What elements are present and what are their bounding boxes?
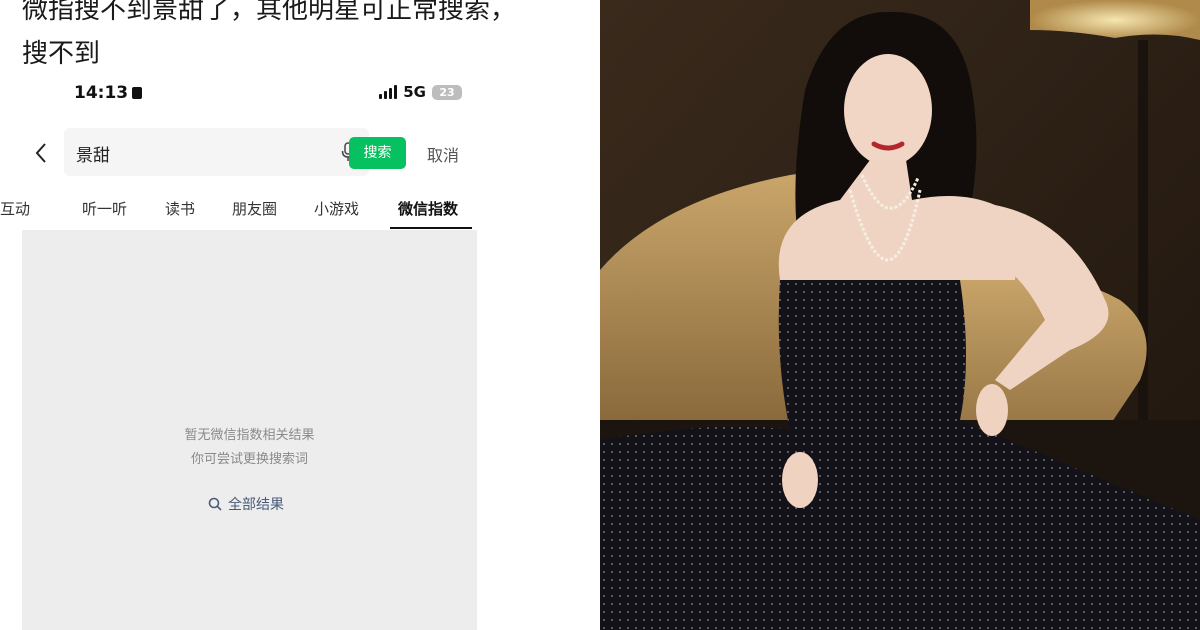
search-query: 景甜 (76, 146, 110, 166)
battery-indicator: 23 (432, 84, 462, 100)
status-time: 14:13 (74, 83, 143, 103)
all-results-link[interactable]: 全部结果 (208, 494, 284, 514)
tab-interaction[interactable]: 互动 (0, 198, 30, 219)
tab-mini-games[interactable]: 小游戏 (314, 198, 359, 219)
cancel-button[interactable]: 取消 (427, 142, 459, 166)
search-tabs: 互动 听一听 读书 朋友圈 小游戏 微信指数 (0, 188, 480, 230)
back-button[interactable] (34, 138, 58, 168)
all-results-label: 全部结果 (228, 497, 284, 513)
lamp-pole (1138, 40, 1148, 460)
search-row: 景甜 搜索 取消 (22, 128, 472, 178)
empty-state-hint: 你可尝试更换搜索词 (190, 452, 308, 467)
status-indicators: 5G 23 (379, 83, 462, 101)
portrait-photo (600, 0, 1200, 630)
tab-listen[interactable]: 听一听 (82, 198, 127, 219)
network-type: 5G (403, 83, 426, 101)
caption-line-2: 搜不到 (22, 39, 101, 69)
tab-moments[interactable]: 朋友圈 (232, 198, 277, 219)
portrait-illustration (600, 0, 1200, 630)
active-tab-indicator (390, 227, 472, 229)
status-time-text: 14:13 (74, 83, 129, 103)
magnifier-icon (208, 497, 222, 511)
post-caption: 微指搜不到景甜了，其他明星可正常搜索， 搜不到 (22, 0, 600, 76)
left-hand (782, 452, 818, 508)
person-badge-icon (132, 87, 143, 99)
tab-wechat-index[interactable]: 微信指数 (398, 198, 458, 219)
caption-line-1: 微指搜不到景甜了，其他明星可正常搜索， (22, 0, 517, 25)
signal-icon (379, 85, 398, 99)
tab-reading[interactable]: 读书 (165, 198, 195, 219)
search-button[interactable]: 搜索 (349, 137, 406, 169)
status-bar: 14:13 5G 23 (22, 80, 462, 110)
right-hand (976, 384, 1008, 436)
results-panel: 暂无微信指数相关结果 你可尝试更换搜索词 全部结果 (22, 230, 477, 630)
phone-screenshot: 微指搜不到景甜了，其他明星可正常搜索， 搜不到 14:13 5G 23 景甜 搜… (0, 0, 600, 630)
empty-state-message: 暂无微信指数相关结果 (184, 428, 315, 443)
search-input[interactable]: 景甜 (64, 128, 369, 176)
chevron-left-icon (35, 143, 46, 163)
